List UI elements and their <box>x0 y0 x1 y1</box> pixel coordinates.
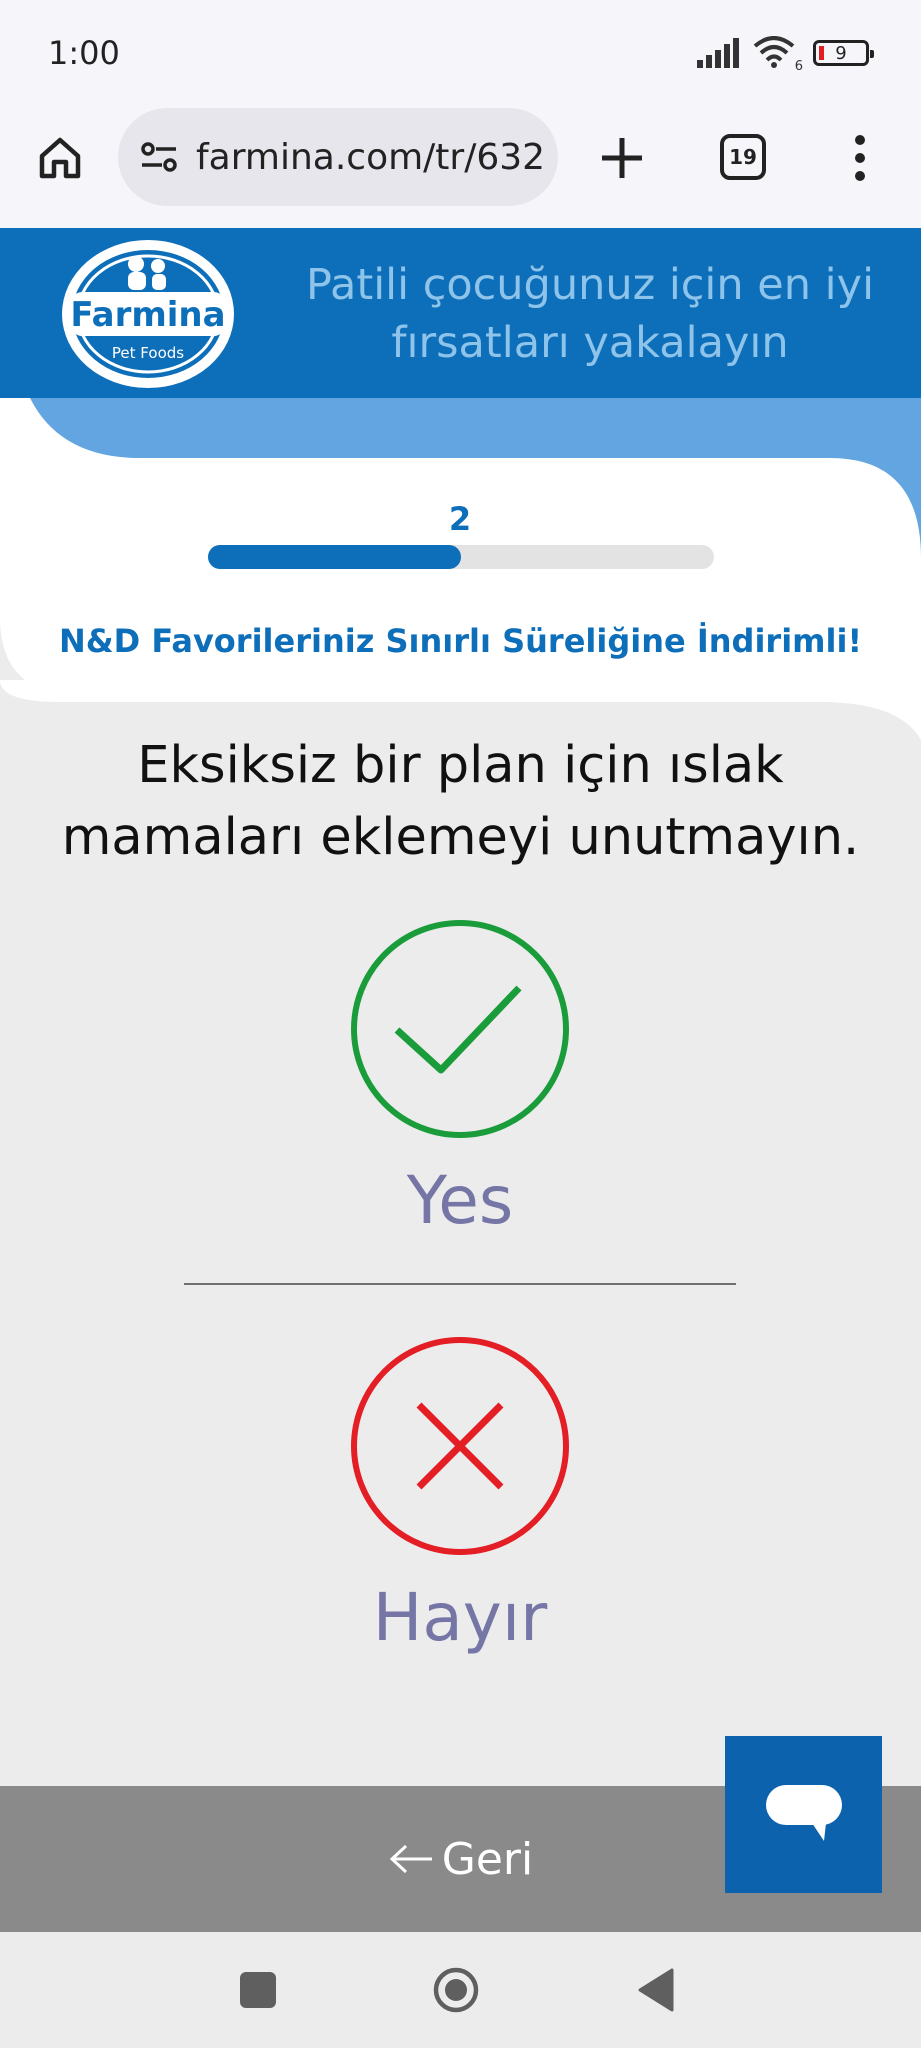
progress-bar <box>208 545 714 569</box>
tab-count: 19 <box>729 145 757 169</box>
url-text[interactable]: farmina.com/tr/632 <box>196 137 556 178</box>
wifi-badge: 6 <box>794 59 803 74</box>
arrow-left-icon <box>389 1844 432 1874</box>
option-yes-label[interactable]: Yes <box>407 1162 514 1239</box>
options-divider <box>184 1283 736 1285</box>
status-time: 1:00 <box>48 34 120 72</box>
chat-bubble-icon <box>765 1784 842 1841</box>
back-button-label: Geri <box>441 1833 534 1885</box>
home-icon <box>39 137 81 179</box>
site-settings-icon[interactable] <box>138 135 182 179</box>
option-yes[interactable]: Yes <box>340 918 580 1239</box>
battery-level-fill <box>819 46 824 60</box>
browser-toolbar: farmina.com/tr/632 19 <box>0 104 921 228</box>
close-circle-icon[interactable] <box>349 1335 571 1557</box>
option-no-label[interactable]: Hayır <box>373 1579 548 1656</box>
battery-icon: 9 <box>813 40 874 66</box>
signal-icon <box>697 38 739 68</box>
chat-button[interactable] <box>725 1736 882 1893</box>
checkmark-circle-icon[interactable] <box>349 918 571 1140</box>
site-header: Farmina Pet Foods Patili çocuğunuz için … <box>0 228 921 398</box>
address-bar[interactable]: farmina.com/tr/632 <box>118 108 558 206</box>
option-no[interactable]: Hayır <box>340 1335 580 1656</box>
tab-switcher-button[interactable]: 19 <box>720 134 766 180</box>
question-text: Eksiksiz bir plan için ıslak mamaları ek… <box>61 736 860 867</box>
svg-text:Farmina: Farmina <box>70 295 225 335</box>
wifi-icon: 6 <box>753 36 803 74</box>
farmina-logo[interactable]: Farmina Pet Foods <box>58 234 238 392</box>
header-tagline: Patili çocuğunuz için en iyi fırsatları … <box>305 260 875 368</box>
recents-button[interactable] <box>240 1972 276 2008</box>
svg-text:Pet Foods: Pet Foods <box>112 344 184 362</box>
status-bar: 1:00 6 9 <box>0 0 921 104</box>
nav-home-button[interactable] <box>432 1966 480 2014</box>
battery-level: 9 <box>835 42 847 64</box>
home-button[interactable] <box>32 130 88 186</box>
status-icons: 6 9 <box>697 36 874 74</box>
new-tab-button[interactable] <box>592 128 652 188</box>
system-nav-bar <box>0 1932 921 2048</box>
promo-banner-text: N&D Favorileriniz Sınırlı Süreliğine İnd… <box>58 622 863 660</box>
progress-step-number: 2 <box>448 500 472 538</box>
progress-bar-fill <box>208 545 461 569</box>
more-menu-button[interactable] <box>840 128 880 188</box>
nav-back-button[interactable] <box>636 1968 676 2012</box>
